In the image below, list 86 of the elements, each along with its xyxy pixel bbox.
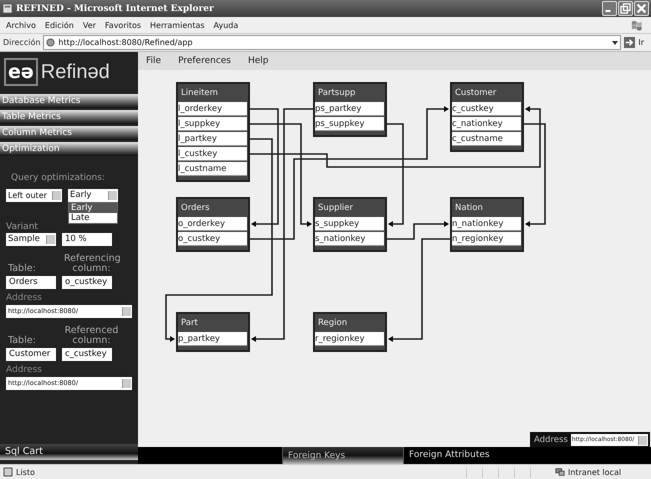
column-name[interactable]: ps_partkey (315, 102, 384, 116)
table-name: Part (180, 317, 199, 330)
menu-item[interactable]: File (146, 56, 162, 66)
column-name[interactable]: o_orderkey (178, 217, 247, 231)
table-name: Lineitem (180, 87, 219, 100)
zone-text: Intranet local (568, 468, 622, 476)
table-card[interactable]: Customer c_custkey c_nationkey c_custname (450, 82, 524, 152)
column-label: Referencing column: (64, 254, 119, 274)
join-select[interactable]: Left outer (6, 189, 62, 202)
minimize-icon (605, 10, 611, 12)
column-name[interactable]: n_regionkey (452, 232, 521, 246)
sidebar-section[interactable]: Column Metrics (0, 126, 138, 140)
column-name[interactable]: l_custname (178, 162, 247, 176)
menu-item[interactable]: Ayuda (214, 20, 238, 30)
column-name[interactable]: l_partkey (178, 132, 247, 146)
address-label: Address (6, 365, 42, 375)
table-name: Region (317, 317, 348, 330)
url-field[interactable]: http://localhost:8080/Refined/app (43, 35, 622, 50)
minimize-button[interactable] (602, 1, 617, 16)
logo-mark: eə (4, 58, 38, 86)
column-name[interactable]: s_suppkey (315, 217, 384, 231)
amount-field[interactable]: 10 % (62, 233, 112, 246)
column-name[interactable]: p_partkey (178, 332, 247, 346)
window-title: REFINED - Microsoft Internet Explorer (16, 4, 215, 14)
table-card[interactable]: Partsupp ps_partkey ps_suppkey (313, 82, 387, 137)
table-card[interactable]: Orders o_orderkey o_custkey (176, 197, 250, 252)
table-field[interactable]: Customer (6, 348, 56, 361)
column-name[interactable]: n_nationkey (452, 217, 521, 231)
column-name[interactable]: c_custname (452, 132, 521, 146)
table-card[interactable]: Region r_regionkey (313, 312, 387, 352)
column-name[interactable]: l_suppkey (178, 117, 247, 131)
page-icon (46, 38, 56, 47)
address-label: Dirección (3, 38, 40, 47)
table-label: Table: (7, 335, 37, 346)
logo-text: Refinəd (40, 60, 110, 84)
table-name: Supplier (317, 202, 354, 215)
column-field[interactable]: o_custkey (62, 276, 112, 289)
column-field[interactable]: c_custkey (62, 348, 112, 361)
menu-item[interactable]: Edición (44, 20, 74, 30)
column-name[interactable]: ps_suppkey (315, 117, 384, 131)
column-name[interactable]: l_orderkey (178, 102, 247, 116)
address-label: Address (534, 435, 568, 445)
close-button[interactable] (634, 1, 649, 16)
sidebar-section[interactable]: Database Metrics (0, 94, 138, 108)
network-icon (555, 467, 565, 477)
browser-page-icon (2, 3, 13, 14)
table-field[interactable]: Orders (6, 276, 56, 289)
table-card[interactable]: Lineitem l_orderkey l_suppkey l_partkey l_custkey l_custname (176, 82, 250, 182)
dropdown-option[interactable]: Early (69, 203, 117, 213)
close-icon (635, 2, 648, 15)
table-card[interactable]: Supplier s_suppkey s_nationkey (313, 197, 387, 252)
panel-label: Variant (6, 222, 38, 232)
flag-logo-icon (630, 18, 643, 32)
column-name[interactable]: c_custkey (452, 102, 521, 116)
table-card[interactable]: Part p_partkey (176, 312, 250, 352)
table-name: Partsupp (317, 87, 356, 100)
menu-item[interactable]: Ver (82, 20, 96, 30)
table-name: Customer (454, 87, 498, 100)
sidebar-section[interactable]: Optimization (0, 142, 138, 156)
bottom-tab[interactable]: Foreign Keys (282, 447, 403, 464)
column-name[interactable]: s_nationkey (315, 232, 384, 246)
table-label: Table: (7, 263, 37, 274)
menu-item[interactable]: Help (248, 56, 269, 66)
restore-icon (619, 2, 632, 15)
go-arrow-icon[interactable] (624, 37, 636, 48)
sidebar-section[interactable]: Table Metrics (0, 110, 138, 124)
go-button[interactable]: Ir (638, 38, 644, 47)
menu-item[interactable]: Archivo (6, 20, 36, 30)
timing-select[interactable]: Early (68, 189, 118, 202)
menu-item[interactable]: Favoritos (104, 20, 142, 30)
menu-item[interactable]: Preferences (178, 56, 231, 66)
table-card[interactable]: Nation n_nationkey n_regionkey (450, 197, 524, 252)
menu-item[interactable]: Herramientas (150, 20, 205, 30)
column-label: Referenced column: (64, 326, 119, 346)
sql-cart-tab[interactable]: Sql Cart (0, 444, 138, 460)
panel-label: Query optimizations: (11, 173, 106, 183)
table-name: Orders (180, 202, 211, 215)
status-text: Listo (16, 468, 36, 476)
table-name: Nation (454, 202, 484, 215)
column-name[interactable]: c_nationkey (452, 117, 521, 131)
address-label: Address (6, 293, 42, 303)
variant-select[interactable]: Sample (6, 233, 56, 246)
restore-button[interactable] (618, 1, 633, 16)
column-name[interactable]: o_custkey (178, 232, 247, 246)
column-name[interactable]: r_regionkey (315, 332, 384, 346)
column-name[interactable]: l_custkey (178, 147, 247, 161)
